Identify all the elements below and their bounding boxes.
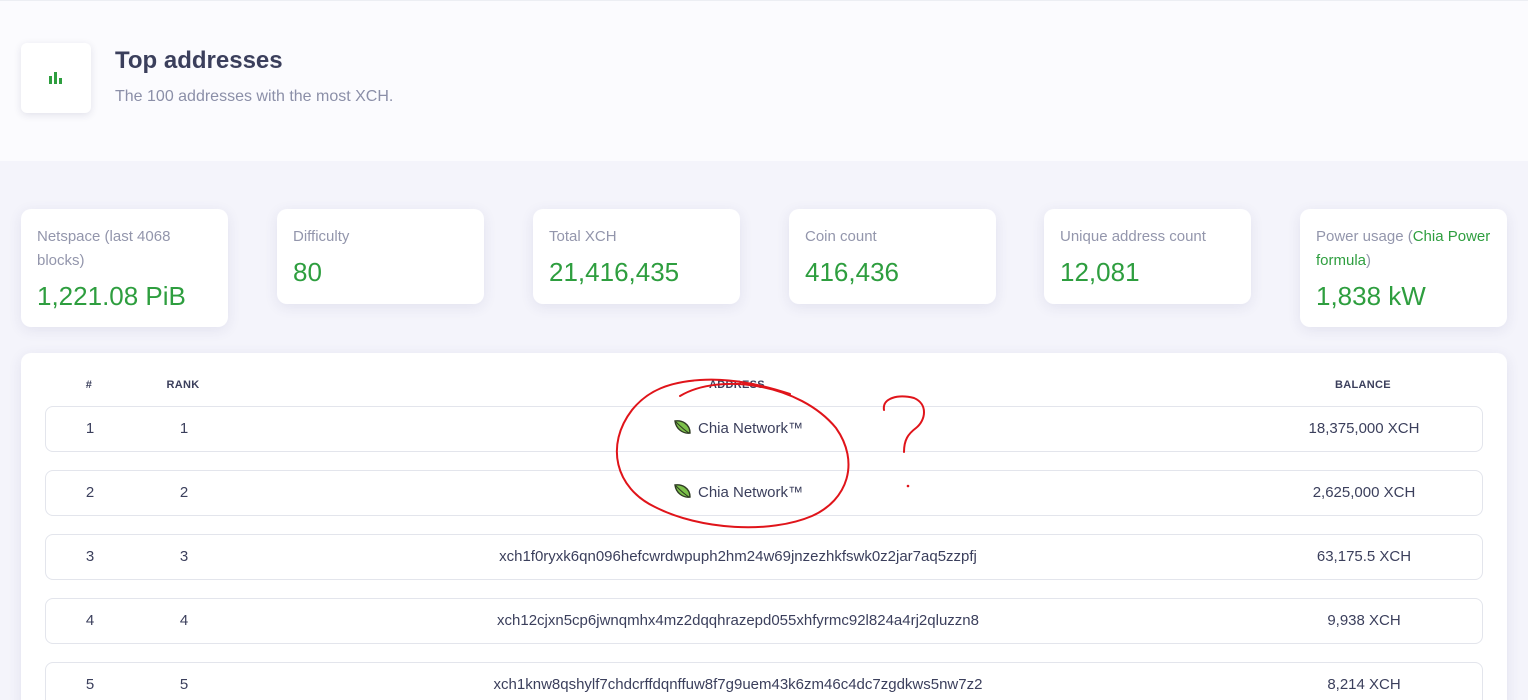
stat-card-unique-address-count: Unique address count 12,081 bbox=[1044, 209, 1251, 304]
row-number: 5 bbox=[85, 676, 95, 693]
row-rank: 3 bbox=[179, 548, 189, 565]
stat-value: 12,081 bbox=[1060, 257, 1140, 287]
row-balance: 8,214 XCH bbox=[1327, 676, 1401, 693]
row-number: 4 bbox=[85, 612, 95, 629]
stat-value: 21,416,435 bbox=[549, 257, 680, 287]
stat-label: Coin count bbox=[805, 228, 877, 245]
stat-card-netspace: Netspace (last 4068 blocks) 1,221.08 PiB bbox=[21, 209, 228, 327]
table-row[interactable]: 1 1 Chia Network™ 18,375,000 XCH bbox=[45, 406, 1483, 452]
header-icon-box bbox=[21, 43, 91, 113]
bar-chart-icon bbox=[49, 72, 62, 84]
column-header-address: ADDRESS bbox=[709, 379, 765, 391]
stat-card-difficulty: Difficulty 80 bbox=[277, 209, 484, 304]
column-header-rank: RANK bbox=[166, 379, 200, 391]
row-address[interactable]: Chia Network™ bbox=[238, 407, 1238, 451]
table-row[interactable]: 3 3 xch1f0ryxk6qn096hefcwrdwpuph2hm24w69… bbox=[45, 534, 1483, 580]
stat-card-total-xch: Total XCH 21,416,435 bbox=[533, 209, 740, 304]
table-row[interactable]: 5 5 xch1knw8qshylf7chdcrffdqnffuw8f7g9ue… bbox=[45, 662, 1483, 700]
stat-label: Unique address count bbox=[1060, 228, 1206, 245]
page-header: Top addresses The 100 addresses with the… bbox=[0, 0, 1528, 161]
row-address[interactable]: xch12cjxn5cp6jwnqmhx4mz2dqqhrazepd055xhf… bbox=[238, 599, 1238, 643]
stat-value: 416,436 bbox=[805, 257, 899, 287]
stat-card-power-usage: Power usage (Chia Power formula) 1,838 k… bbox=[1300, 209, 1507, 327]
table-row[interactable]: 4 4 xch12cjxn5cp6jwnqmhx4mz2dqqhrazepd05… bbox=[45, 598, 1483, 644]
table-row[interactable]: 2 2 Chia Network™ 2,625,000 XCH bbox=[45, 470, 1483, 516]
stat-label-suffix: ) bbox=[1366, 252, 1372, 269]
chia-leaf-icon bbox=[674, 419, 691, 434]
row-address[interactable]: Chia Network™ bbox=[238, 471, 1238, 515]
row-rank: 5 bbox=[179, 676, 189, 693]
row-address-label: Chia Network™ bbox=[697, 420, 804, 437]
row-number: 1 bbox=[85, 420, 95, 437]
row-balance: 18,375,000 XCH bbox=[1308, 420, 1420, 437]
row-number: 2 bbox=[85, 484, 95, 501]
stat-value: 1,221.08 PiB bbox=[37, 281, 186, 311]
stat-label: Netspace (last 4068 blocks) bbox=[37, 228, 171, 269]
stat-label: Total XCH bbox=[549, 228, 617, 245]
stat-label: Difficulty bbox=[293, 228, 350, 245]
page-title: Top addresses bbox=[115, 47, 283, 74]
stat-label-prefix: Power usage ( bbox=[1316, 228, 1413, 245]
row-address-label: Chia Network™ bbox=[697, 484, 804, 501]
stat-value: 80 bbox=[293, 257, 322, 287]
row-rank: 2 bbox=[179, 484, 189, 501]
row-balance: 9,938 XCH bbox=[1327, 612, 1401, 629]
top-addresses-table: # RANK ADDRESS BALANCE 1 1 Chia Network™… bbox=[21, 353, 1507, 700]
page-subtitle: The 100 addresses with the most XCH. bbox=[115, 88, 394, 105]
stat-card-coin-count: Coin count 416,436 bbox=[789, 209, 996, 304]
row-address[interactable]: xch1knw8qshylf7chdcrffdqnffuw8f7g9uem43k… bbox=[238, 663, 1238, 700]
stat-label: Power usage (Chia Power formula) bbox=[1316, 225, 1491, 273]
row-address[interactable]: xch1f0ryxk6qn096hefcwrdwpuph2hm24w69jnze… bbox=[238, 535, 1238, 579]
column-header-balance: BALANCE bbox=[1335, 379, 1391, 391]
row-balance: 2,625,000 XCH bbox=[1312, 484, 1416, 501]
row-rank: 1 bbox=[179, 420, 189, 437]
column-header-number: # bbox=[85, 379, 93, 391]
row-rank: 4 bbox=[179, 612, 189, 629]
row-balance: 63,175.5 XCH bbox=[1316, 548, 1412, 565]
stat-value: 1,838 kW bbox=[1316, 281, 1426, 311]
chia-leaf-icon bbox=[674, 483, 691, 498]
page: Top addresses The 100 addresses with the… bbox=[0, 0, 1528, 700]
row-number: 3 bbox=[85, 548, 95, 565]
